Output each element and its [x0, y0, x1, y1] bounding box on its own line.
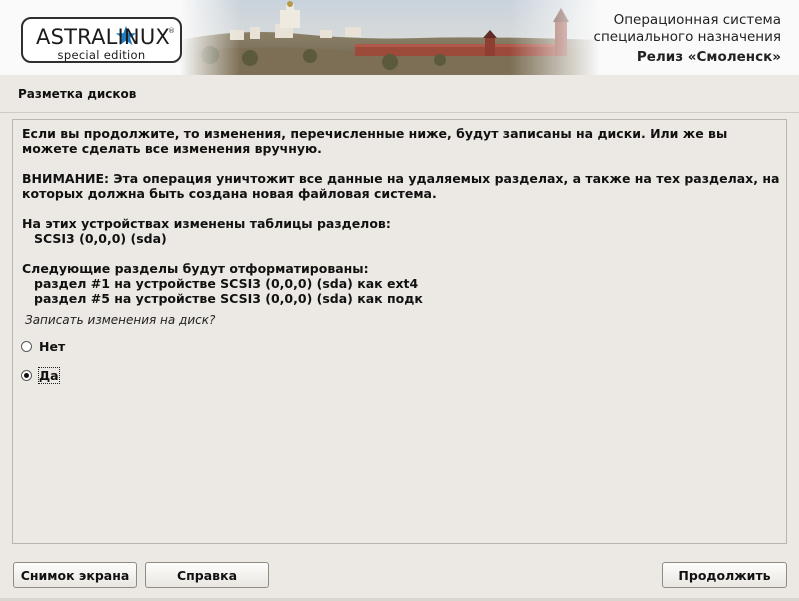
radio-button-no[interactable]: [21, 341, 32, 352]
radio-option-yes[interactable]: Да: [21, 367, 60, 384]
astralinux-logo: ASTRALINUX ® special edition: [21, 17, 182, 63]
release-name: Релиз «Смоленск»: [636, 49, 781, 65]
content-panel: Если вы продолжите, то изменения, перечи…: [12, 119, 787, 544]
confirm-question: Записать изменения на диск?: [25, 313, 216, 327]
radio-button-yes[interactable]: [21, 370, 32, 381]
continue-button[interactable]: Продолжить: [662, 562, 787, 588]
os-line-2: специального назначения: [593, 29, 781, 45]
page-title: Разметка дисков: [18, 87, 137, 101]
release-info: Операционная система специального назнач…: [594, 12, 781, 66]
radio-label-no[interactable]: Нет: [39, 339, 65, 354]
content-text: Если вы продолжите, то изменения, перечи…: [22, 126, 782, 306]
screenshot-button[interactable]: Снимок экрана: [13, 562, 137, 588]
header-banner: ASTRALINUX ® special edition Операционна…: [0, 0, 799, 75]
format-heading: Следующие разделы будут отформатированы:: [22, 261, 369, 276]
warning-paragraph: ВНИМАНИЕ: Эта операция уничтожит все дан…: [22, 171, 780, 201]
format-item: раздел #1 на устройстве SCSI3 (0,0,0) (s…: [34, 276, 419, 291]
radio-option-no[interactable]: Нет: [21, 339, 65, 354]
kremlin-photo: [180, 0, 600, 75]
registered-mark: ®: [168, 27, 175, 35]
radio-label-yes[interactable]: Да: [38, 367, 60, 384]
tables-device: SCSI3 (0,0,0) (sda): [34, 231, 167, 246]
os-line-1: Операционная система: [613, 12, 781, 28]
logo-text: ASTRALINUX: [36, 25, 170, 49]
title-divider: [0, 112, 799, 113]
tables-heading: На этих устройствах изменены таблицы раз…: [22, 216, 391, 231]
logo-subtitle: special edition: [57, 48, 146, 62]
intro-paragraph: Если вы продолжите, то изменения, перечи…: [22, 126, 728, 156]
help-button[interactable]: Справка: [145, 562, 269, 588]
format-item: раздел #5 на устройстве SCSI3 (0,0,0) (s…: [34, 291, 423, 306]
